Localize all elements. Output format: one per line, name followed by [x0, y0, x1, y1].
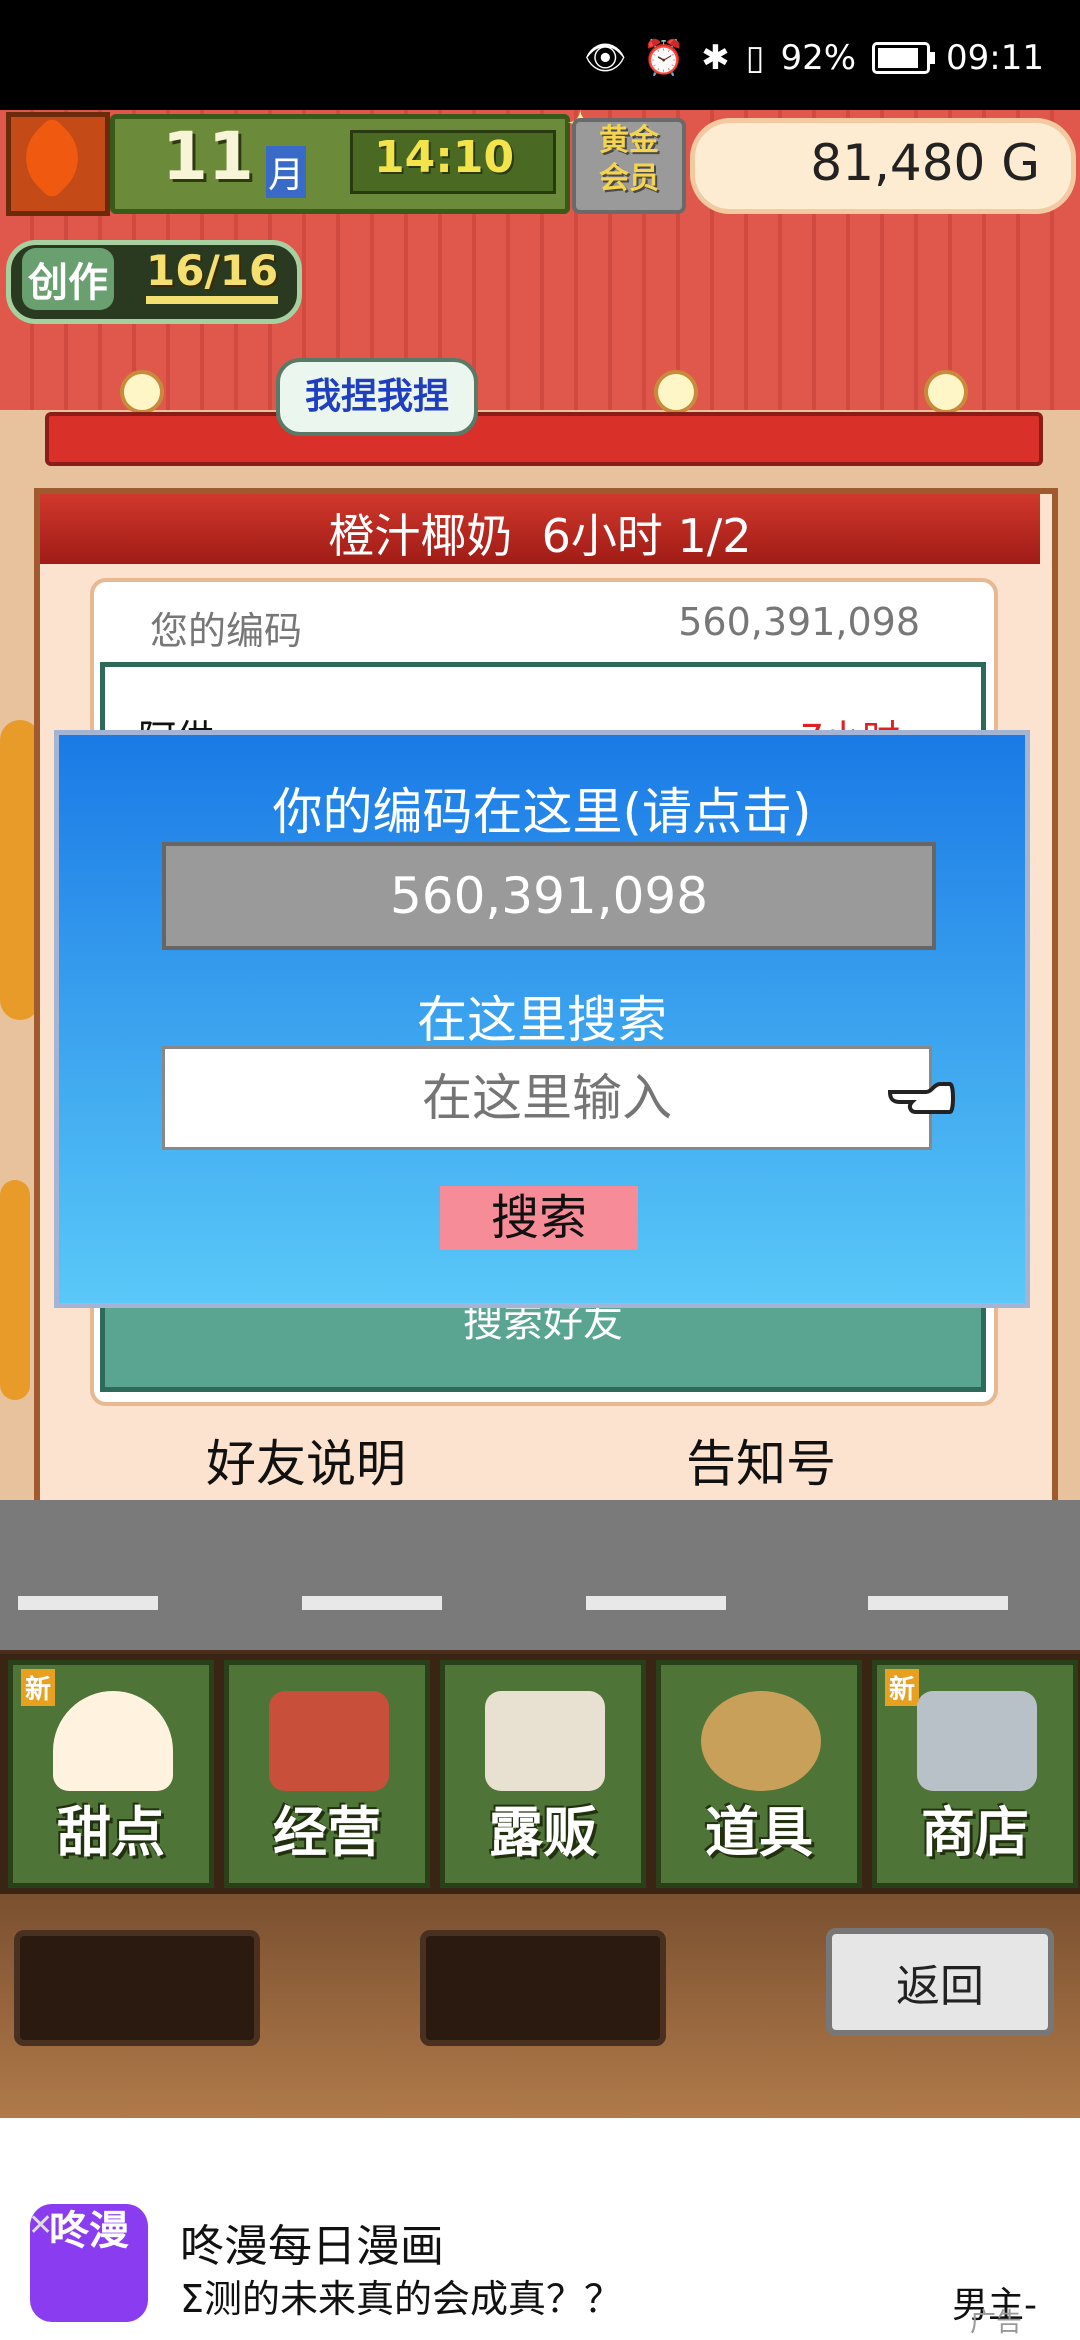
- month-number: 11: [162, 118, 254, 195]
- pointing-hand-icon: [887, 1082, 955, 1114]
- empty-slot: [14, 1930, 260, 2046]
- menu-label: 道具: [705, 1801, 813, 1864]
- ad-tag: 广告: [970, 2308, 1023, 2338]
- lamp-icon: [654, 370, 698, 414]
- sim1-label: HD1: [140, 30, 188, 55]
- bluetooth-icon: ✱: [701, 38, 730, 78]
- alarm-icon: ⏰: [642, 38, 686, 78]
- items-bag-icon: [701, 1691, 821, 1791]
- battery-icon: [872, 42, 936, 74]
- clock-time: 09:11: [946, 38, 1044, 78]
- tree-icon: [0, 1180, 30, 1400]
- menu-manage[interactable]: 经营: [224, 1660, 430, 1888]
- ad-title[interactable]: 咚漫每日漫画: [180, 2210, 444, 2274]
- network-status: HD1 4G 4G 27 HD2 B/s: [140, 30, 389, 82]
- friend-note-button[interactable]: 好友说明: [206, 1424, 406, 1496]
- create-progress: [146, 296, 278, 304]
- vibrate-icon: ▯: [745, 38, 765, 78]
- new-badge: 新: [21, 1669, 56, 1706]
- food-truck-icon: [485, 1691, 605, 1791]
- gold-amount: 81,480 G: [810, 134, 1040, 192]
- month-unit: 月: [266, 146, 307, 198]
- sim2-label: HD2: [140, 56, 188, 81]
- menu-label: 商店: [921, 1801, 1029, 1864]
- cart-icon: [917, 1691, 1037, 1791]
- menu-label: 甜点: [57, 1801, 165, 1864]
- search-input[interactable]: [162, 1046, 932, 1150]
- code-label: 您的编码: [150, 609, 303, 653]
- battery-percent: 92%: [780, 38, 857, 78]
- modal-title: 你的编码在这里(请点击): [272, 783, 812, 841]
- menu-store[interactable]: 新 商店: [872, 1660, 1078, 1888]
- speech-bubble[interactable]: 我捏我捏: [276, 358, 478, 436]
- close-icon[interactable]: ✕: [28, 2208, 53, 2243]
- shop-sign-bar: [45, 412, 1043, 466]
- panel-title: 橙汁椰奶 6小时 1/2: [328, 509, 752, 563]
- my-code-field[interactable]: 560,391,098: [162, 842, 936, 950]
- menu-label: 露贩: [489, 1801, 597, 1864]
- speed-unit: B/s: [341, 56, 376, 81]
- lamp-icon: [120, 370, 164, 414]
- shop-icon: [269, 1691, 389, 1791]
- create-count: 16/16: [146, 246, 279, 295]
- search-button[interactable]: 搜索: [440, 1186, 638, 1250]
- lane-mark: [302, 1596, 442, 1610]
- lamp-icon: [924, 370, 968, 414]
- create-label: 创作: [22, 248, 114, 310]
- new-badge: 新: [885, 1669, 920, 1706]
- game-clock: 14:10: [374, 132, 515, 183]
- menu-stall[interactable]: 露贩: [440, 1660, 646, 1888]
- menu-dessert[interactable]: 新 甜点: [8, 1660, 214, 1888]
- menu-items[interactable]: 道具: [656, 1660, 862, 1888]
- notice-button[interactable]: 告知号: [686, 1424, 836, 1496]
- lane-mark: [586, 1596, 726, 1610]
- eye-icon: 👁: [583, 38, 627, 78]
- status-right: 👁 ⏰ ✱ ▯ 92% 09:11: [584, 38, 1044, 78]
- net2-label: 4G: [246, 30, 278, 55]
- speed-value: 27: [291, 30, 320, 55]
- lane-mark: [18, 1596, 158, 1610]
- gold-member-button[interactable]: 黄金 会员: [572, 118, 686, 214]
- road: [0, 1500, 1080, 1650]
- code-value: 560,391,098: [678, 600, 920, 644]
- lane-mark: [868, 1596, 1008, 1610]
- back-button[interactable]: 返回: [826, 1928, 1054, 2036]
- net1-label: 4G: [201, 30, 233, 55]
- cake-icon: [53, 1691, 173, 1791]
- empty-slot: [420, 1930, 666, 2046]
- search-title: 在这里搜索: [417, 991, 667, 1049]
- menu-label: 经营: [273, 1801, 381, 1864]
- ad-description[interactable]: Σ测的未来真的会成真？？: [180, 2268, 622, 2323]
